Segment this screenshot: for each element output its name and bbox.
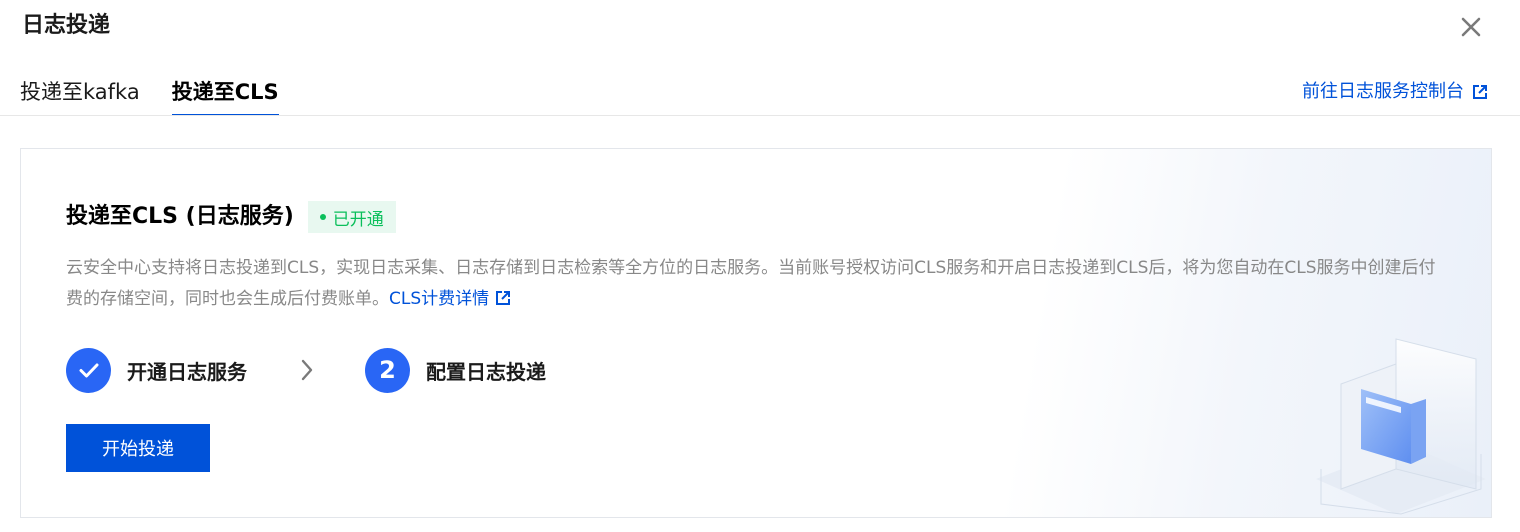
dialog-title: 日志投递	[22, 13, 111, 38]
pricing-link[interactable]: CLS计费详情	[389, 289, 489, 309]
external-link-icon[interactable]	[495, 286, 511, 317]
console-link-label: 前往日志服务控制台	[1302, 81, 1464, 102]
tab-cls[interactable]: 投递至CLS	[171, 72, 279, 116]
step-1-done	[66, 347, 111, 393]
chevron-right-icon	[299, 358, 315, 382]
step-2-label: 配置日志投递	[426, 359, 546, 384]
tab-divider	[0, 115, 1520, 116]
external-link-icon	[1472, 84, 1488, 100]
step-1-label: 开通日志服务	[127, 359, 247, 384]
status-badge: 已开通	[307, 201, 396, 233]
storage-illustration	[1316, 338, 1486, 515]
card-header: 投递至CLS (日志服务) 已开通	[66, 201, 396, 233]
status-label: 已开通	[332, 209, 384, 230]
description-text: 云安全中心支持将日志投递到CLS，实现日志采集、日志存储到日志检索等全方位的日志…	[66, 258, 1436, 309]
cls-card: 投递至CLS (日志服务) 已开通 云安全中心支持将日志投递到CLS，实现日志采…	[20, 148, 1492, 518]
step-2-number: 2	[365, 347, 410, 393]
card-description: 云安全中心支持将日志投递到CLS，实现日志采集、日志存储到日志检索等全方位的日志…	[66, 253, 1436, 317]
start-delivery-button[interactable]: 开始投递	[66, 424, 210, 472]
console-link[interactable]: 前往日志服务控制台	[1302, 78, 1488, 106]
check-icon	[79, 363, 98, 378]
tab-bar: 投递至kafka 投递至CLS	[20, 72, 311, 116]
close-icon	[1461, 17, 1481, 37]
tab-kafka[interactable]: 投递至kafka	[20, 72, 140, 116]
close-button[interactable]	[1456, 12, 1486, 42]
status-dot-icon	[319, 214, 326, 220]
card-title: 投递至CLS (日志服务)	[66, 204, 294, 229]
steps: 开通日志服务 2 配置日志投递	[66, 347, 546, 393]
